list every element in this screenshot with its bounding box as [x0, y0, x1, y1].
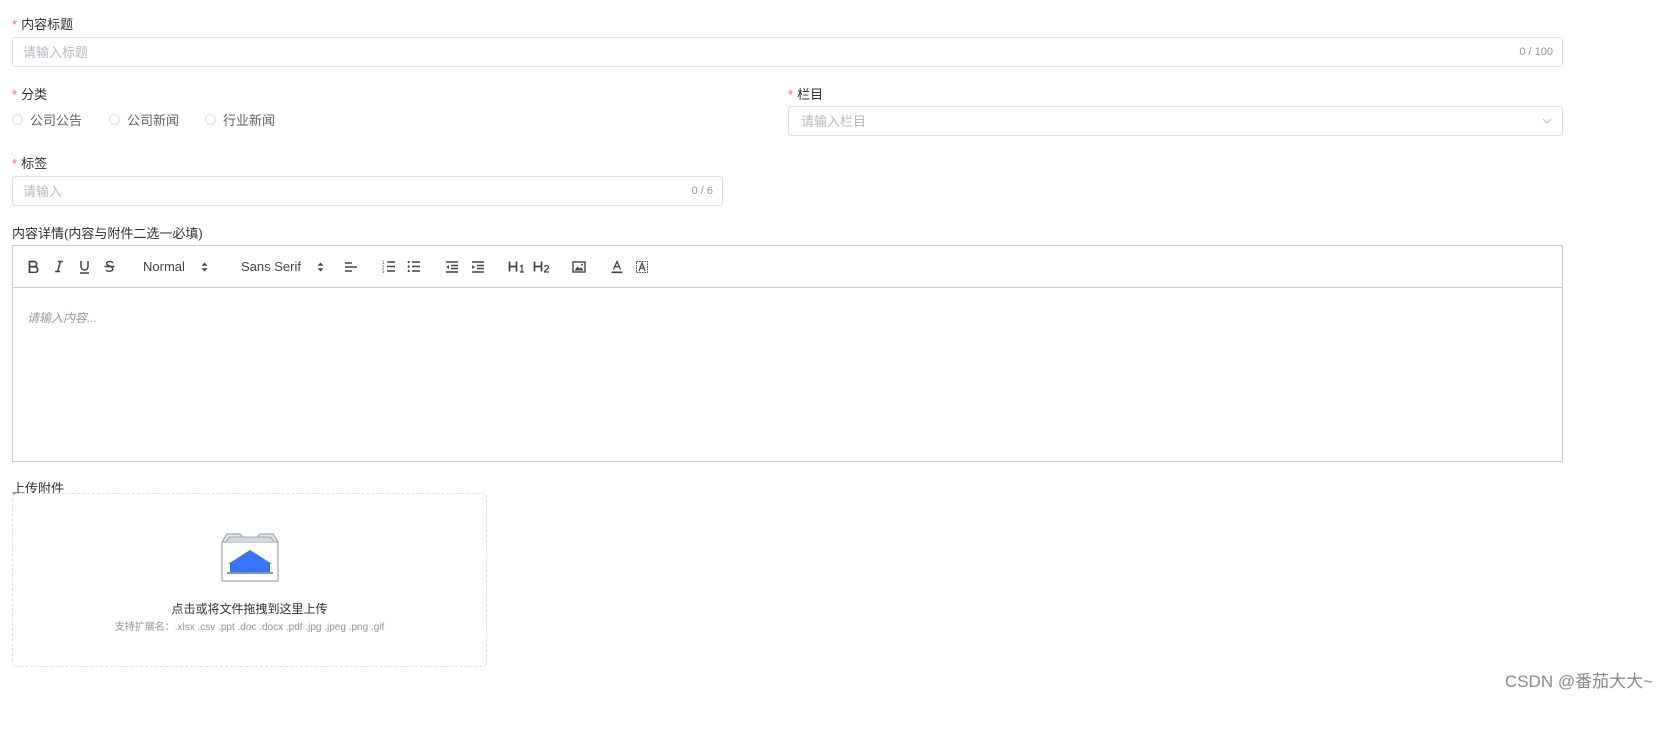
- content-label: 内容详情(内容与附件二选一必填): [12, 226, 203, 241]
- align-left-icon[interactable]: [343, 246, 359, 287]
- required-mark: *: [788, 87, 794, 102]
- category-radio-group: 公司公告 公司新闻 行业新闻: [12, 110, 303, 129]
- indent-icon[interactable]: [470, 246, 486, 287]
- radio-label: 行业新闻: [223, 112, 276, 128]
- updown-caret-icon: [317, 262, 324, 272]
- strikethrough-icon[interactable]: [101, 246, 117, 287]
- tags-label: * 标签: [12, 153, 47, 172]
- upload-drop-text: 点击或将文件拖拽到这里上传: [171, 602, 328, 616]
- editor-placeholder: 请输入内容...: [27, 311, 98, 325]
- header-picker[interactable]: Normal: [143, 246, 208, 287]
- title-input[interactable]: [13, 38, 1562, 66]
- header-picker-label: Normal: [143, 259, 185, 274]
- underline-icon[interactable]: [76, 246, 92, 287]
- background-color-icon[interactable]: [634, 246, 650, 287]
- column-label-text: 栏目: [797, 87, 824, 102]
- updown-caret-icon: [201, 262, 208, 272]
- csdn-watermark: CSDN @番茄大大~: [1504, 672, 1653, 691]
- required-mark: *: [12, 87, 18, 102]
- radio-label: 公司公告: [30, 112, 83, 128]
- title-field-label: * 内容标题: [12, 14, 73, 33]
- italic-icon[interactable]: [51, 246, 67, 287]
- radio-circle[interactable]: [109, 113, 121, 125]
- radio-company-news[interactable]: 公司新闻: [109, 110, 179, 129]
- column-label: * 栏目: [788, 84, 823, 103]
- svg-text:3: 3: [382, 269, 385, 273]
- bullet-list-icon[interactable]: [406, 246, 422, 287]
- bold-icon[interactable]: [25, 246, 41, 287]
- image-icon[interactable]: [571, 246, 587, 287]
- column-select[interactable]: [788, 106, 1563, 136]
- tags-counter: 0 / 6: [691, 185, 713, 197]
- radio-label: 公司新闻: [127, 112, 180, 128]
- tags-input[interactable]: [13, 177, 722, 205]
- heading-2-icon[interactable]: [532, 246, 550, 287]
- column-select-input[interactable]: [789, 107, 1562, 135]
- required-mark: *: [12, 156, 18, 171]
- radio-company-announcement[interactable]: 公司公告: [12, 110, 82, 129]
- chevron-down-icon[interactable]: [1542, 107, 1552, 135]
- font-picker-label: Sans Serif: [241, 259, 301, 274]
- radio-circle[interactable]: [205, 113, 217, 125]
- category-label-text: 分类: [21, 87, 48, 102]
- upload-tip: 支持扩展名：.xlsx .csv .ppt .doc .docx .pdf .j…: [114, 622, 385, 633]
- radio-circle[interactable]: [12, 113, 23, 125]
- font-picker[interactable]: Sans Serif: [241, 246, 324, 287]
- title-input-wrapper: 0 / 100: [12, 37, 1563, 67]
- required-mark: *: [12, 17, 18, 32]
- upload-dragger[interactable]: 点击或将文件拖拽到这里上传 支持扩展名：.xlsx .csv .ppt .doc…: [12, 493, 487, 667]
- editor-content-area[interactable]: 请输入内容...: [13, 288, 1562, 462]
- tags-label-text: 标签: [21, 156, 48, 171]
- category-label: * 分类: [12, 84, 47, 103]
- radio-industry-news[interactable]: 行业新闻: [205, 110, 275, 129]
- ordered-list-icon[interactable]: 123: [381, 246, 397, 287]
- tags-input-wrapper: 0 / 6: [12, 176, 723, 206]
- editor-toolbar: Normal Sans Serif 123: [13, 246, 1562, 288]
- heading-1-icon[interactable]: [507, 246, 525, 287]
- font-color-icon[interactable]: [609, 246, 625, 287]
- title-counter: 0 / 100: [1519, 46, 1553, 58]
- title-field-label-text: 内容标题: [21, 17, 74, 32]
- inbox-upload-icon: [221, 532, 279, 585]
- outdent-icon[interactable]: [444, 246, 460, 287]
- rich-text-editor: Normal Sans Serif 123 请输入内容...: [12, 245, 1563, 462]
